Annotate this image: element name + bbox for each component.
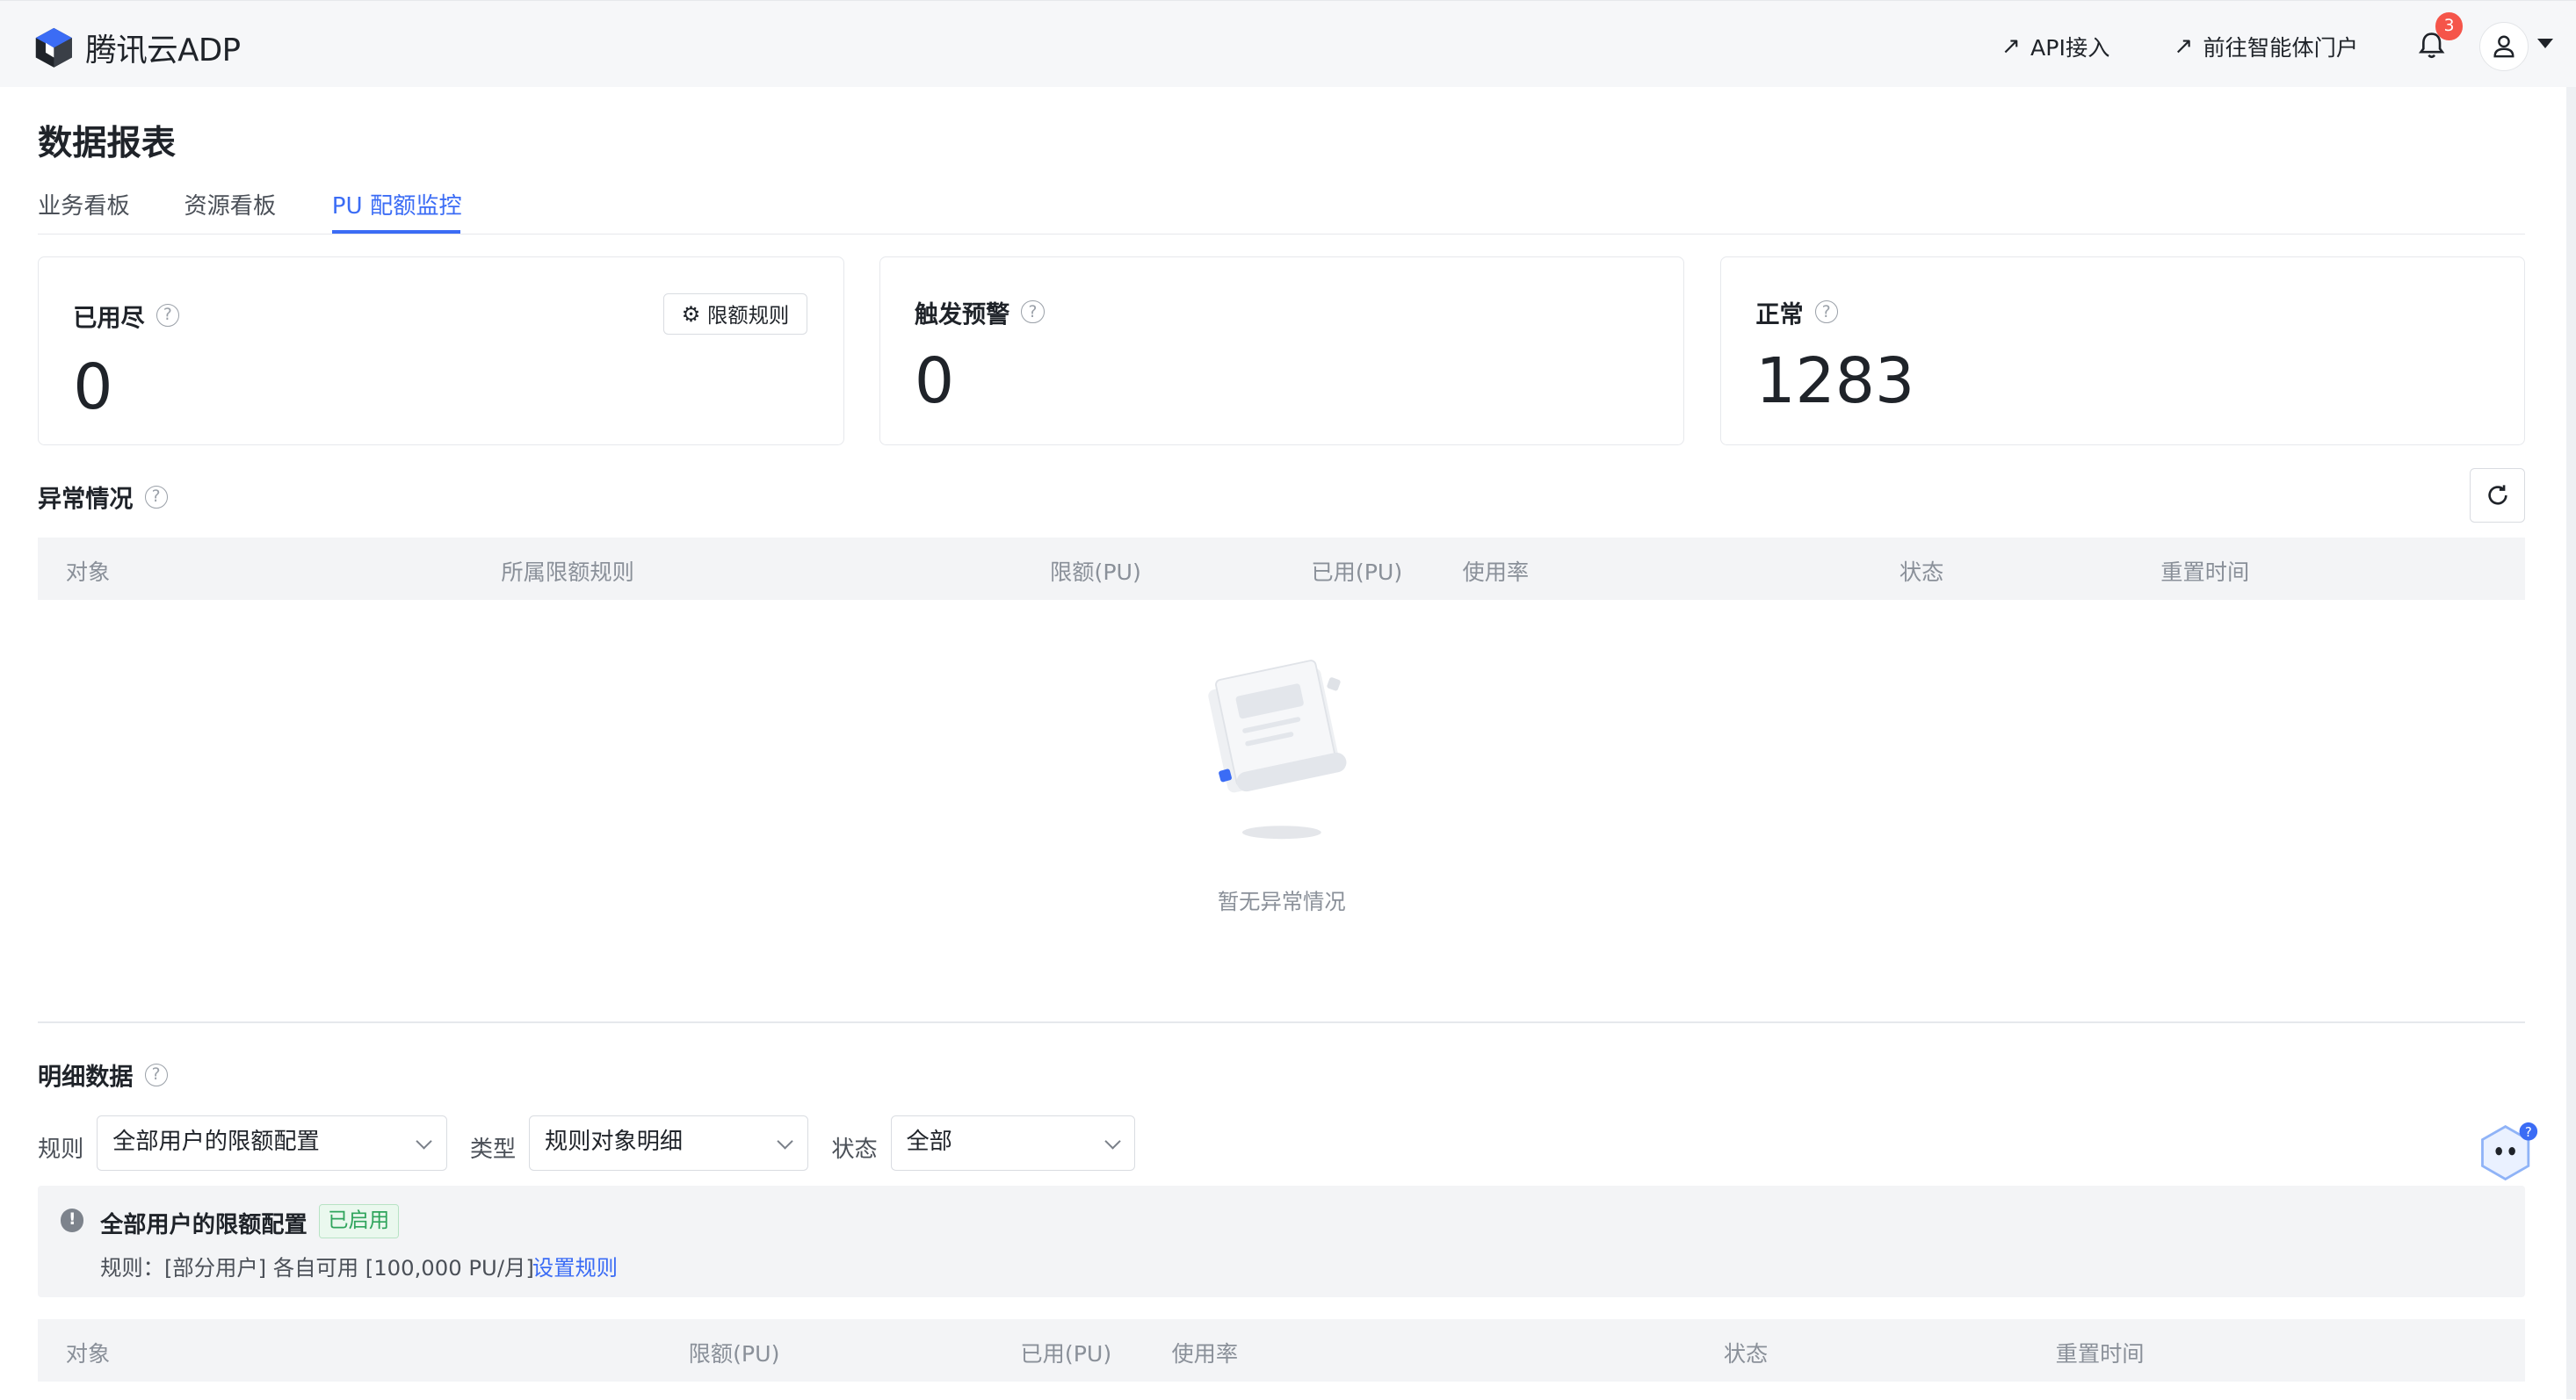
- api-access-link[interactable]: ↗ API接入: [2001, 31, 2110, 62]
- column-header: 重置时间: [2055, 1341, 2145, 1368]
- notification-badge: 3: [2435, 12, 2464, 40]
- filter-status-value: 全部: [906, 1128, 952, 1155]
- quota-rules-label: 限额规则: [706, 303, 790, 328]
- avatar[interactable]: [2479, 22, 2529, 72]
- details-title: 明细数据 ?: [38, 1057, 168, 1092]
- logo[interactable]: 腾讯云ADP: [33, 25, 241, 70]
- agent-portal-link[interactable]: ↗ 前往智能体门户: [2174, 31, 2358, 62]
- rule-description: 规则：[部分用户] 各自可用 [100,000 PU/月]: [100, 1255, 534, 1281]
- column-header: 所属限额规则: [501, 559, 634, 586]
- card-normal-label: 正常: [1755, 300, 1804, 328]
- api-access-label: API接入: [2030, 34, 2110, 61]
- help-icon[interactable]: ?: [144, 485, 168, 509]
- set-rule-link[interactable]: 设置规则: [532, 1252, 618, 1282]
- refresh-button[interactable]: [2469, 468, 2526, 523]
- tab-resource-board[interactable]: 资源看板: [184, 187, 276, 220]
- filter-status-select[interactable]: 全部: [890, 1115, 1136, 1172]
- status-badge: 已启用: [318, 1203, 399, 1239]
- info-icon: !: [61, 1209, 84, 1232]
- page-title: 数据报表: [38, 123, 177, 163]
- column-header: 使用率: [1462, 559, 1530, 586]
- filter-rule-value: 全部用户的限额配置: [112, 1128, 320, 1155]
- card-normal-value: 1283: [1755, 343, 1915, 417]
- column-header: 已用(PU): [1311, 559, 1403, 586]
- card-exhausted-label: 已用尽: [73, 304, 145, 332]
- gear-icon: ⚙: [681, 300, 701, 327]
- tab-business-board[interactable]: 业务看板: [38, 187, 130, 220]
- card-exhausted: 已用尽 ? ⚙ 限额规则 0: [38, 256, 845, 445]
- details-table-header: 对象 限额(PU) 已用(PU) 使用率 状态 重置时间: [38, 1318, 2526, 1382]
- card-normal-title: 正常 ?: [1755, 295, 1838, 329]
- column-header: 状态: [1899, 559, 1944, 586]
- empty-state-text: 暂无异常情况: [1217, 889, 1346, 915]
- filter-status-label: 状态: [831, 1136, 878, 1163]
- filter-rule-select[interactable]: 全部用户的限额配置: [97, 1115, 447, 1172]
- chevron-down-icon: [416, 1133, 432, 1151]
- brand-name: 腾讯云ADP: [85, 32, 241, 69]
- card-warning-title: 触发预警 ?: [915, 295, 1045, 329]
- card-warning-value: 0: [914, 343, 955, 417]
- anomalies-table-header: 对象 所属限额规则 限额(PU) 已用(PU) 使用率 状态 重置时间: [38, 537, 2526, 600]
- card-warning-label: 触发预警: [914, 300, 1010, 328]
- assistant-bot-icon[interactable]: ?: [2476, 1122, 2538, 1184]
- agent-portal-label: 前往智能体门户: [2203, 34, 2359, 61]
- help-icon[interactable]: ?: [144, 1063, 168, 1086]
- filter-rule-label: 规则: [38, 1136, 84, 1163]
- help-icon[interactable]: ?: [1021, 300, 1045, 324]
- section-divider: [38, 1021, 2526, 1024]
- filter-type-label: 类型: [469, 1136, 517, 1163]
- top-bar: 腾讯云ADP ↗ API接入 ↗ 前往智能体门户 3: [0, 0, 2576, 88]
- anomalies-label: 异常情况: [38, 486, 134, 514]
- chevron-down-icon: [1103, 1133, 1121, 1151]
- quota-rules-button[interactable]: ⚙ 限额规则: [662, 292, 808, 335]
- filter-type-value: 规则对象明细: [545, 1128, 684, 1155]
- anomalies-title: 异常情况 ?: [38, 480, 168, 514]
- card-normal: 正常 ? 1283: [1720, 256, 2526, 445]
- help-icon[interactable]: ?: [156, 303, 179, 328]
- help-icon[interactable]: ?: [1814, 300, 1838, 324]
- column-header: 已用(PU): [1020, 1341, 1112, 1368]
- column-header: 对象: [65, 559, 111, 586]
- column-header: 使用率: [1171, 1341, 1239, 1368]
- active-tab-indicator: [331, 229, 460, 234]
- refresh-icon: [2488, 485, 2507, 505]
- column-header: 对象: [65, 1341, 111, 1368]
- rule-name: 全部用户的限额配置: [100, 1211, 308, 1238]
- external-arrow-icon: ↗: [2001, 32, 2021, 60]
- column-header: 重置时间: [2160, 559, 2250, 586]
- page-scrollbar[interactable]: [2566, 87, 2576, 1400]
- details-label: 明细数据: [38, 1064, 134, 1092]
- card-warning: 触发预警 ? 0: [879, 256, 1684, 445]
- rule-info-box: ! 全部用户的限额配置 已启用 规则：[部分用户] 各自可用 [100,000 …: [38, 1186, 2526, 1298]
- user-menu-caret-icon[interactable]: [2536, 39, 2553, 48]
- column-header: 状态: [1723, 1341, 1769, 1368]
- chevron-down-icon: [777, 1133, 794, 1151]
- user-icon: [2493, 35, 2514, 58]
- column-header: 限额(PU): [1050, 559, 1141, 586]
- adp-logo-icon: [36, 28, 73, 68]
- external-arrow-icon: ↗: [2174, 32, 2194, 60]
- column-header: 限额(PU): [688, 1341, 780, 1368]
- filter-type-select[interactable]: 规则对象明细: [529, 1115, 809, 1172]
- card-exhausted-value: 0: [73, 350, 113, 424]
- card-exhausted-title: 已用尽 ?: [73, 299, 179, 333]
- svg-text:?: ?: [2525, 1124, 2532, 1140]
- tab-pu-quota-monitor[interactable]: PU 配额监控: [332, 187, 462, 220]
- report-tabs: 业务看板 资源看板 PU 配额监控: [38, 187, 2526, 235]
- empty-document-icon: [1208, 660, 1347, 840]
